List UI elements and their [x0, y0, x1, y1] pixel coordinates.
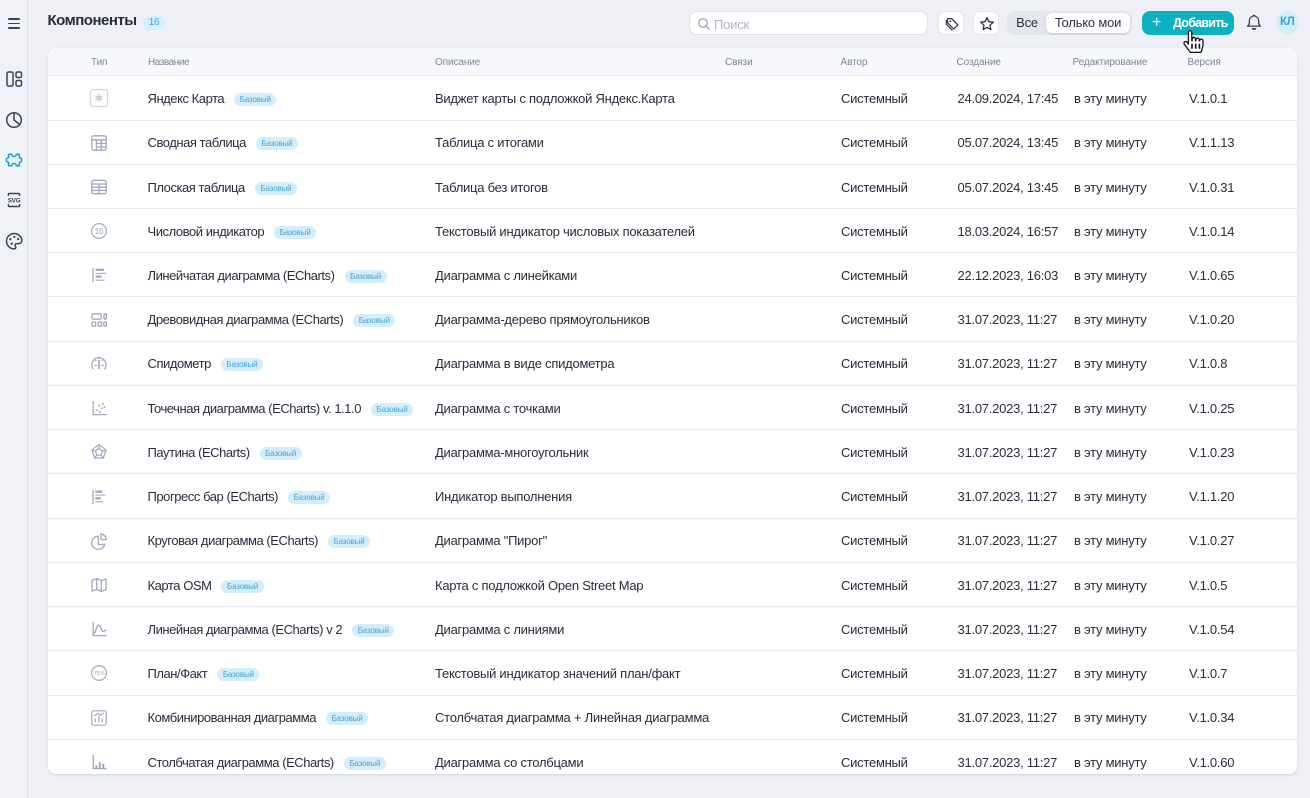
svg-text:SVG: SVG: [7, 197, 20, 204]
svg-text:75%: 75%: [94, 672, 105, 678]
svg-text:16: 16: [95, 227, 104, 236]
